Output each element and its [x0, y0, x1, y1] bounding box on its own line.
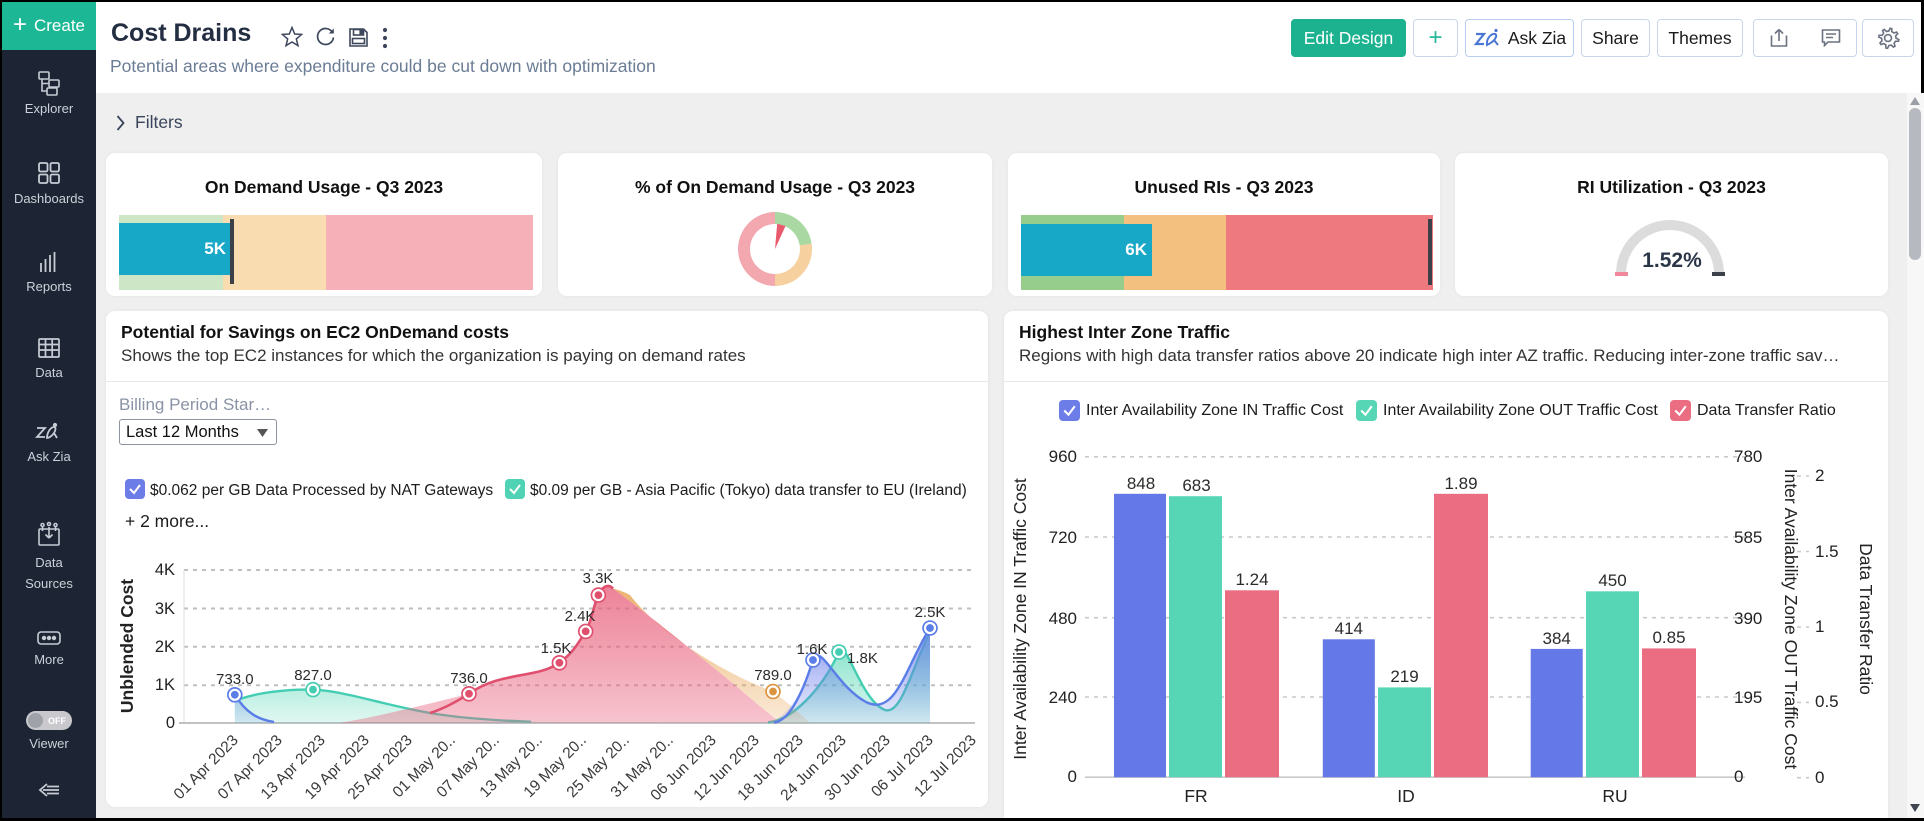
- svg-text:219: 219: [1390, 667, 1418, 686]
- svg-text:789.0: 789.0: [754, 667, 792, 684]
- svg-text:2.5K: 2.5K: [915, 604, 946, 621]
- svg-text:Data Transfer Ratio: Data Transfer Ratio: [1856, 543, 1876, 695]
- svg-text:Inter Availability Zone IN Tra: Inter Availability Zone IN Traffic Cost: [1010, 478, 1030, 760]
- svg-text:3K: 3K: [155, 600, 175, 618]
- svg-text:0.5: 0.5: [1815, 692, 1839, 711]
- svg-text:1.8K: 1.8K: [847, 650, 878, 667]
- svg-text:827.0: 827.0: [294, 667, 332, 684]
- svg-text:4K: 4K: [155, 561, 175, 579]
- svg-text:848: 848: [1127, 474, 1155, 493]
- svg-text:Unblended Cost: Unblended Cost: [117, 579, 137, 713]
- svg-text:FR: FR: [1184, 786, 1207, 806]
- svg-text:733.0: 733.0: [216, 671, 254, 688]
- svg-text:0.85: 0.85: [1652, 628, 1685, 647]
- svg-text:ID: ID: [1397, 786, 1415, 806]
- svg-text:195: 195: [1734, 688, 1762, 707]
- svg-text:0: 0: [166, 714, 175, 732]
- svg-text:240: 240: [1049, 688, 1077, 707]
- svg-text:390: 390: [1734, 609, 1762, 628]
- svg-text:414: 414: [1335, 619, 1363, 638]
- svg-text:2.4K: 2.4K: [565, 608, 596, 625]
- svg-text:1.5K: 1.5K: [541, 640, 572, 657]
- svg-text:1.89: 1.89: [1444, 474, 1477, 493]
- svg-text:384: 384: [1543, 629, 1571, 648]
- svg-text:1.6K: 1.6K: [797, 641, 828, 658]
- svg-text:480: 480: [1049, 609, 1077, 628]
- svg-text:1.24: 1.24: [1235, 570, 1268, 589]
- svg-text:780: 780: [1734, 447, 1762, 466]
- svg-text:736.0: 736.0: [450, 670, 488, 687]
- svg-text:1K: 1K: [155, 676, 175, 694]
- svg-text:585: 585: [1734, 528, 1762, 547]
- svg-text:1: 1: [1815, 617, 1824, 636]
- svg-text:720: 720: [1049, 528, 1077, 547]
- svg-text:450: 450: [1598, 571, 1626, 590]
- svg-text:3.3K: 3.3K: [583, 570, 614, 587]
- svg-text:683: 683: [1182, 476, 1210, 495]
- svg-text:960: 960: [1049, 447, 1077, 466]
- svg-text:2K: 2K: [155, 638, 175, 656]
- svg-text:Inter Availability Zone OUT Tr: Inter Availability Zone OUT Traffic Cost: [1781, 469, 1801, 770]
- svg-text:0: 0: [1734, 767, 1743, 786]
- svg-text:0: 0: [1815, 768, 1824, 787]
- svg-text:0: 0: [1068, 767, 1077, 786]
- svg-text:2: 2: [1815, 466, 1824, 485]
- svg-text:1.52%: 1.52%: [1642, 249, 1702, 272]
- svg-text:RU: RU: [1602, 786, 1627, 806]
- svg-text:1.5: 1.5: [1815, 542, 1839, 561]
